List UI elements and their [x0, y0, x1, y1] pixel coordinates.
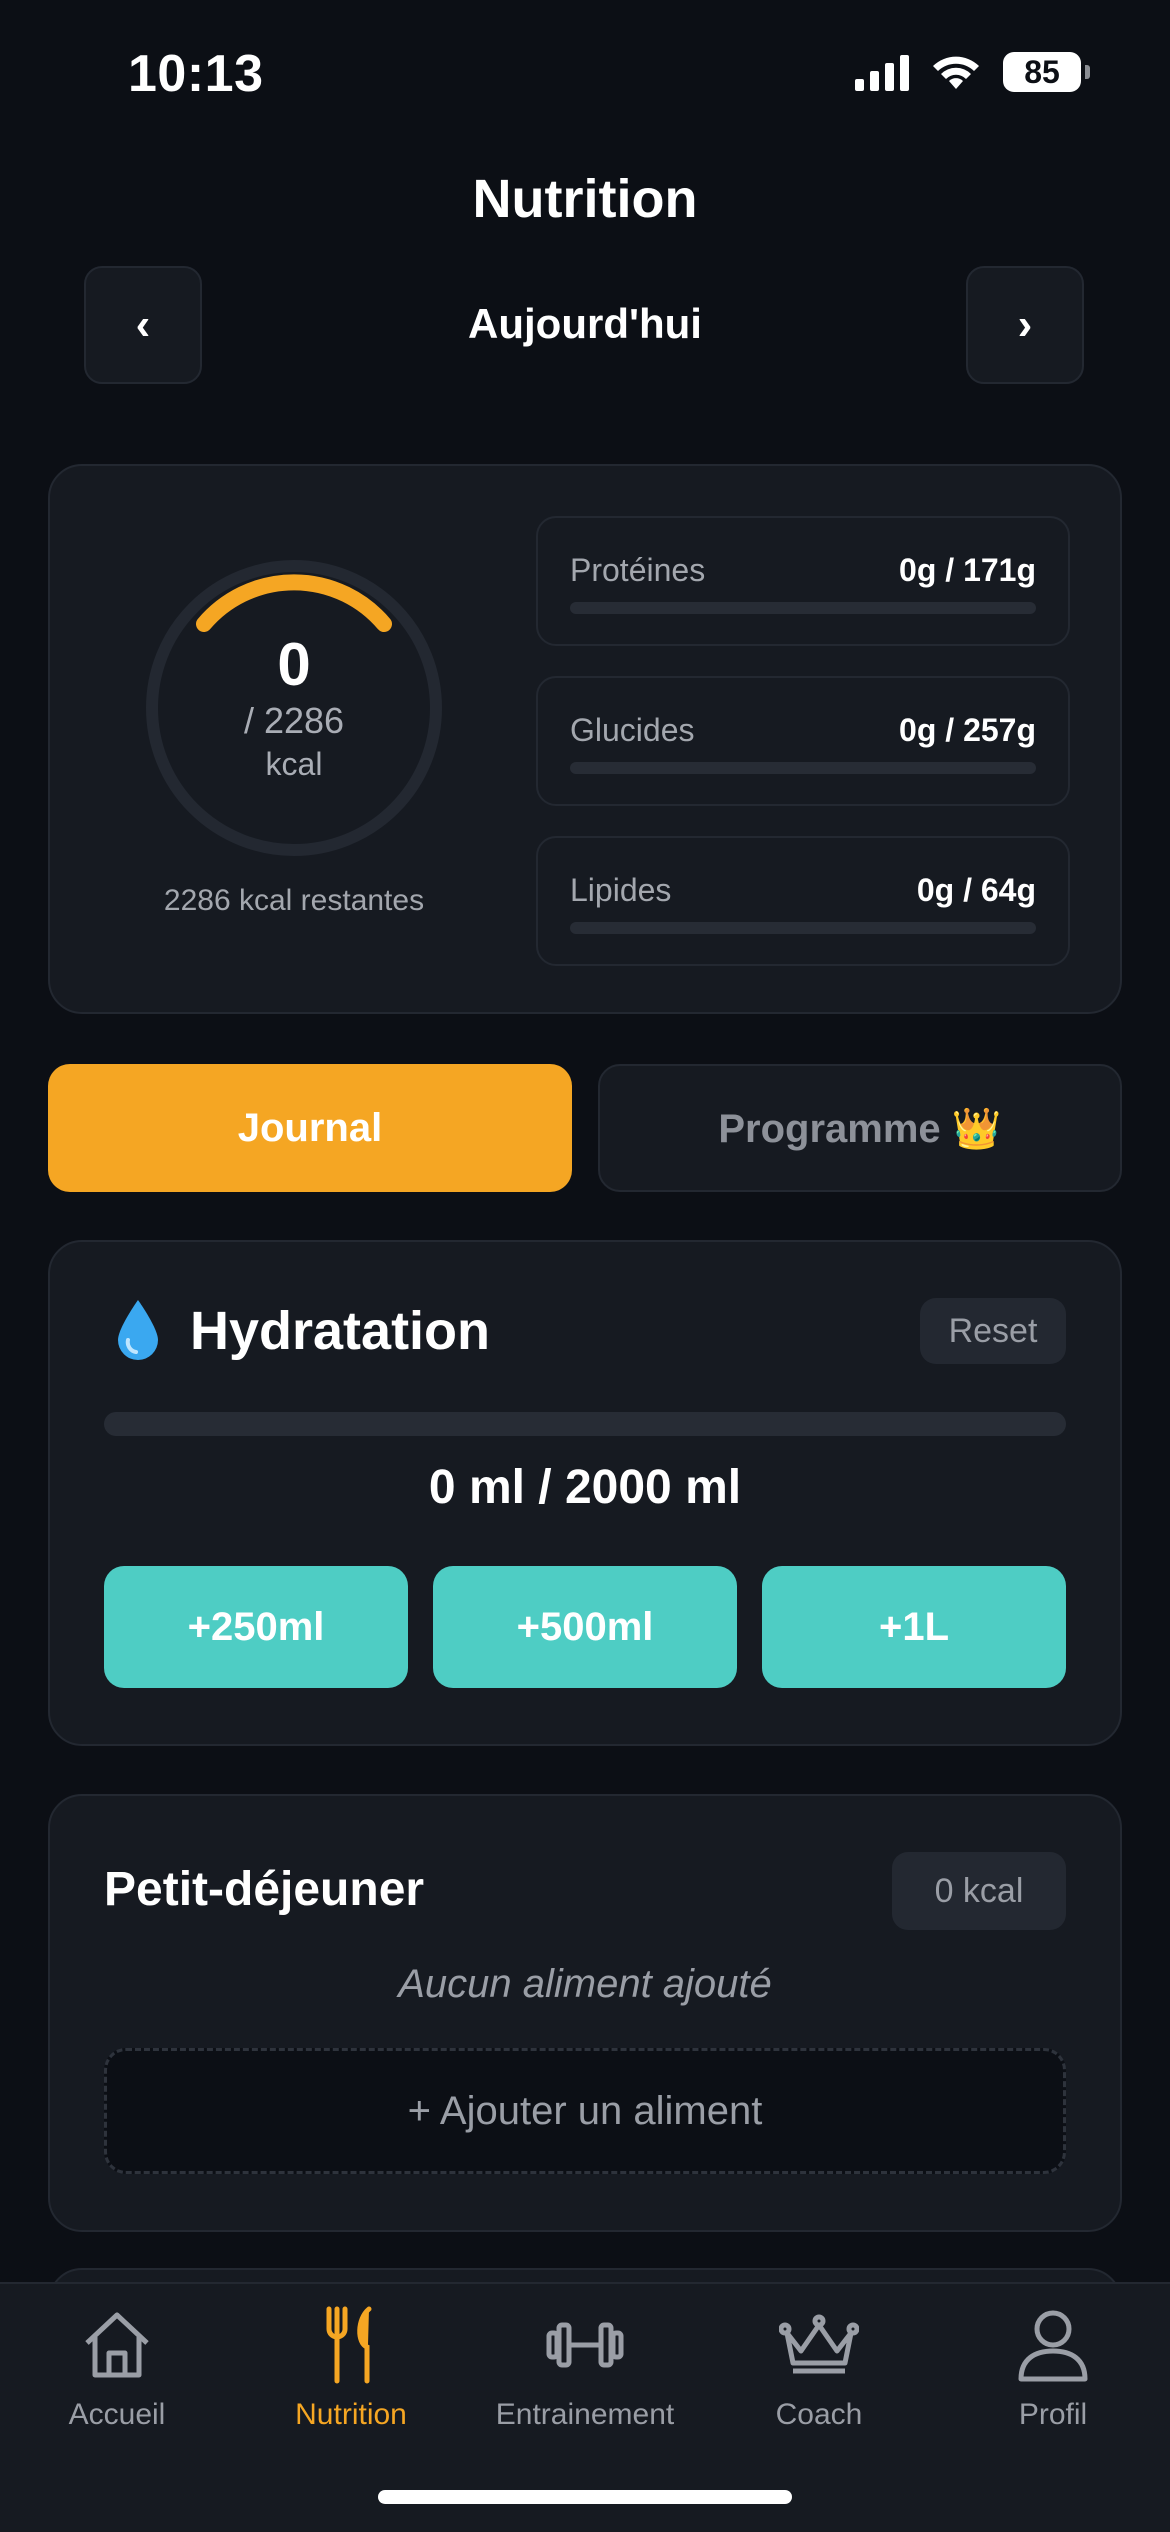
macro-value: 0g / 171g	[899, 552, 1036, 588]
calories-remaining: 2286 kcal restantes	[163, 884, 425, 917]
macro-value: 0g / 257g	[899, 712, 1036, 748]
macro-progress-bar	[570, 922, 1036, 934]
home-indicator[interactable]	[378, 2490, 792, 2504]
macro-carbs: Glucides 0g / 257g	[536, 676, 1070, 806]
calories-consumed: 0	[277, 631, 311, 698]
macro-value: 0g / 64g	[916, 872, 1036, 908]
home-icon	[67, 2300, 167, 2390]
macro-protein: Protéines 0g / 171g	[536, 516, 1070, 646]
fork-knife-icon	[301, 2300, 401, 2390]
battery-icon: 85	[1003, 52, 1090, 92]
battery-level: 85	[1003, 52, 1081, 92]
crown-icon	[769, 2300, 869, 2390]
tab-journal[interactable]: Journal	[48, 1064, 572, 1192]
tabbar-label: Nutrition	[295, 2398, 407, 2431]
profile-icon	[1003, 2300, 1103, 2390]
macro-fat: Lipides 0g / 64g	[536, 836, 1070, 966]
wifi-icon	[933, 56, 979, 89]
tabbar-item-coach[interactable]: Coach	[702, 2300, 936, 2432]
tabbar-label: Coach	[775, 2398, 863, 2431]
hydration-reset-button[interactable]: Reset	[920, 1298, 1066, 1364]
meal-empty-message: Aucun aliment ajouté	[398, 1962, 772, 2006]
macro-label: Glucides	[570, 712, 695, 748]
add-250ml-button[interactable]: +250ml	[104, 1566, 408, 1688]
tabbar-label: Entrainement	[495, 2398, 675, 2431]
tabbar-item-nutrition[interactable]: Nutrition	[234, 2300, 468, 2432]
water-drop-icon	[118, 1300, 158, 1360]
hydration-amount: 0 ml / 2000 ml	[428, 1461, 742, 1514]
status-icons: 85	[855, 52, 1090, 92]
tabbar-label: Profil	[1018, 2398, 1088, 2431]
calorie-ring-indicator	[196, 574, 392, 632]
tabbar-item-profil[interactable]: Profil	[936, 2300, 1170, 2432]
hydration-progress-bar	[104, 1412, 1066, 1436]
macro-label: Lipides	[570, 872, 672, 908]
tabbar-label: Accueil	[68, 2398, 166, 2431]
status-time: 10:13	[128, 45, 264, 103]
tabbar-item-entrainement[interactable]: Entrainement	[468, 2300, 702, 2432]
meal-title: Petit-déjeuner	[104, 1863, 425, 1916]
page-title: Nutrition	[472, 169, 698, 229]
add-500ml-button[interactable]: +500ml	[433, 1566, 737, 1688]
hydration-title: Hydratation	[190, 1301, 491, 1361]
tab-programme[interactable]: Programme 👑	[598, 1064, 1122, 1192]
next-day-button[interactable]: ›	[966, 266, 1084, 384]
dumbbell-icon	[535, 2300, 635, 2390]
cellular-signal-icon	[855, 53, 909, 91]
macro-label: Protéines	[570, 552, 706, 588]
macro-progress-bar	[570, 602, 1036, 614]
add-food-button[interactable]: + Ajouter un aliment	[104, 2048, 1066, 2174]
calories-goal: / 2286	[243, 700, 345, 741]
meal-kcal-badge: 0 kcal	[892, 1852, 1066, 1930]
tabbar-item-accueil[interactable]: Accueil	[0, 2300, 234, 2432]
add-1l-button[interactable]: +1L	[762, 1566, 1066, 1688]
macro-progress-bar	[570, 762, 1036, 774]
calories-unit: kcal	[265, 746, 323, 782]
